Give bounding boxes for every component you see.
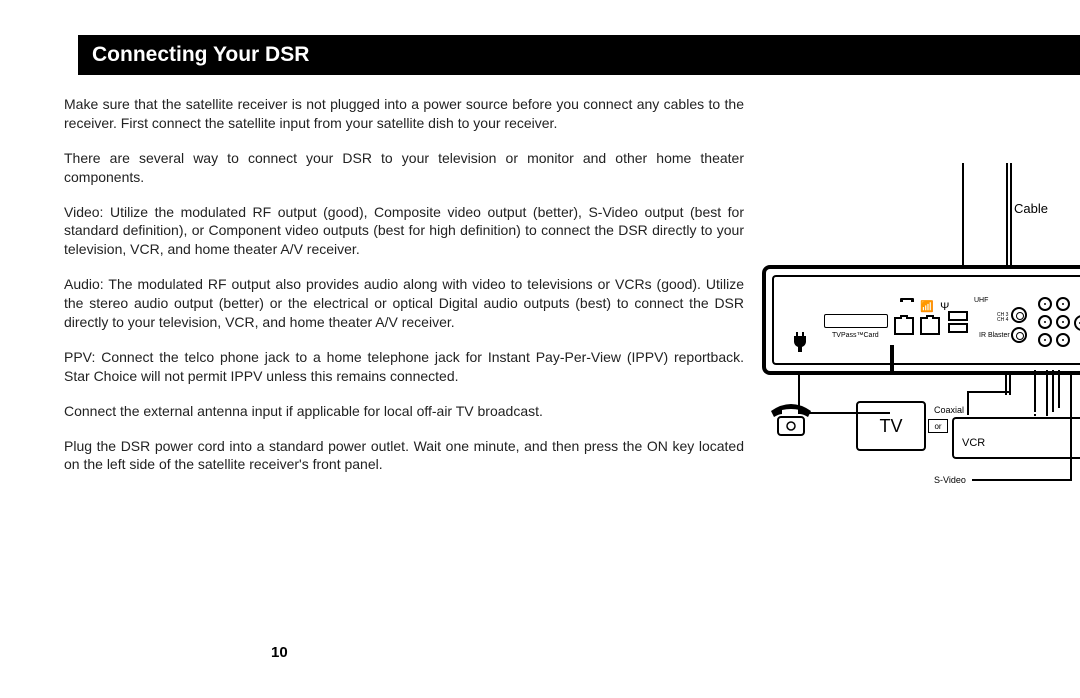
paragraph: Audio: The modulated RF output also prov…: [64, 275, 744, 332]
vcr-label: VCR: [962, 437, 985, 449]
signal-icon: 📶: [920, 300, 934, 313]
rca-port: [1056, 297, 1070, 311]
channel-labels: CH 3 CH 4: [997, 313, 1008, 323]
svideo-label: S-Video: [934, 475, 966, 485]
telephone-icon: [766, 401, 816, 439]
paragraph: Plug the DSR power cord into a standard …: [64, 437, 744, 475]
antenna-line: [962, 163, 964, 265]
section-title: Connecting Your DSR: [92, 43, 309, 67]
tvpass-card-slot: [824, 314, 888, 328]
tv-box: TV: [856, 401, 926, 451]
coax-port: [1011, 327, 1027, 343]
receiver-rear-panel: TVPass™Card 📶 Ψ UHF IR Blaster CH 3: [762, 265, 1080, 375]
cable-label: Cable: [1014, 201, 1048, 216]
page-number: 10: [271, 644, 288, 661]
paragraph: Video: Utilize the modulated RF output (…: [64, 203, 744, 260]
paragraph: PPV: Connect the telco phone jack to a h…: [64, 348, 744, 386]
usb-port: [948, 311, 968, 321]
manual-page: Connecting Your DSR Make sure that the s…: [0, 0, 1080, 698]
paragraph: There are several way to connect your DS…: [64, 149, 744, 187]
phone-jack-icon: [899, 297, 915, 311]
rca-port: [1056, 315, 1070, 329]
paragraph: Connect the external antenna input if ap…: [64, 402, 744, 421]
usb-port: [948, 323, 968, 333]
wire: [972, 479, 1072, 481]
wire: [967, 391, 1011, 415]
usb-ports: [948, 311, 968, 337]
wire: [890, 345, 894, 375]
connection-diagram: Cable TVPass™Card 📶 Ψ: [762, 185, 1080, 495]
tvpass-card-label: TVPass™Card: [832, 332, 879, 339]
rca-port: [1038, 315, 1052, 329]
svideo-port: [1074, 315, 1080, 331]
power-plug-icon: [792, 332, 808, 352]
vcr-box: VCR: [952, 417, 1080, 459]
panel-inner: TVPass™Card 📶 Ψ UHF IR Blaster CH 3: [772, 275, 1080, 365]
section-header: Connecting Your DSR: [78, 35, 1080, 75]
cable-in-line: [1006, 163, 1012, 269]
rj-port: [894, 317, 914, 335]
uhf-label: UHF: [974, 297, 988, 304]
rca-port: [1056, 333, 1070, 347]
or-label: or: [928, 419, 948, 433]
paragraph: Make sure that the satellite receiver is…: [64, 95, 744, 133]
body-text: Make sure that the satellite receiver is…: [64, 95, 744, 490]
coaxial-label: Coaxial: [934, 405, 964, 415]
rca-port: [1038, 297, 1052, 311]
rca-wire-bundle: [1034, 370, 1074, 414]
tv-label: TV: [879, 416, 902, 437]
rj-port: [920, 317, 940, 335]
rca-port: [1038, 333, 1052, 347]
ir-blaster-label: IR Blaster: [979, 332, 1010, 339]
coax-port: [1011, 307, 1027, 323]
